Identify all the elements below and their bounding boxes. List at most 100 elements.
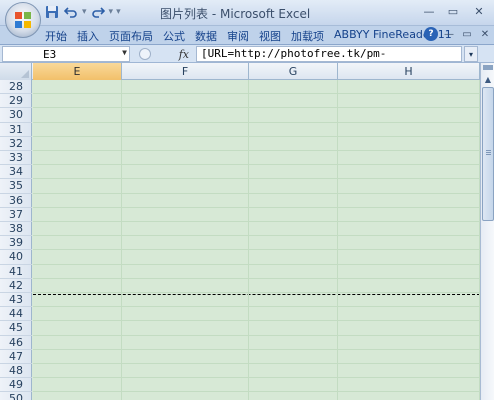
gridline-horizontal xyxy=(33,107,480,109)
row-header[interactable]: 29 xyxy=(0,94,32,109)
cancel-entry-icon[interactable] xyxy=(139,48,151,60)
gridline-vertical xyxy=(248,80,249,400)
gridline-horizontal xyxy=(33,192,480,194)
office-button[interactable] xyxy=(5,2,41,38)
gridline-horizontal xyxy=(33,334,480,336)
gridline-horizontal xyxy=(33,348,480,350)
vertical-scrollbar[interactable]: ▲ xyxy=(480,63,494,400)
worksheet[interactable]: EFGH 28 29 30 31 32 33 34 35 36 37 38 39 40 41 42 43 44 4… xyxy=(0,63,480,400)
workbook-close-button[interactable]: ✕ xyxy=(478,27,492,41)
row-header[interactable]: 41 xyxy=(0,265,32,279)
ribbon-tab[interactable]: 公式 xyxy=(158,27,190,45)
gridline-horizontal xyxy=(33,306,480,308)
office-logo-icon xyxy=(15,12,31,28)
gridline-horizontal xyxy=(33,377,480,379)
gridline-horizontal xyxy=(33,135,480,137)
row-header[interactable]: 39 xyxy=(0,236,32,251)
row-header[interactable]: 44 xyxy=(0,307,32,322)
gridline-horizontal xyxy=(33,121,480,123)
split-box[interactable] xyxy=(483,65,493,70)
row-header[interactable]: 34 xyxy=(0,165,32,180)
gridline-horizontal xyxy=(33,164,480,166)
row-header[interactable]: 48 xyxy=(0,364,32,379)
column-header-row: EFGH xyxy=(0,63,480,80)
ribbon-tab[interactable]: 视图 xyxy=(254,27,286,45)
ribbon-tab[interactable]: 插入 xyxy=(72,27,104,45)
row-header[interactable]: 43 xyxy=(0,293,32,308)
restore-window-button[interactable]: ▭ xyxy=(442,2,464,20)
gridline-horizontal xyxy=(33,292,480,293)
gridline-vertical xyxy=(121,80,122,400)
gridline-horizontal xyxy=(33,93,480,95)
gridline-horizontal xyxy=(33,391,480,393)
row-header[interactable]: 31 xyxy=(0,123,32,137)
gridline-horizontal xyxy=(33,235,480,237)
formula-input[interactable]: [URL=http://photofree.tk/pm- xyxy=(196,46,462,62)
gridline-horizontal xyxy=(33,363,480,364)
window-title: 图片列表 - Microsoft Excel xyxy=(160,7,311,21)
redo-icon[interactable] xyxy=(90,4,106,20)
ribbon-tab[interactable]: 开始 xyxy=(40,27,72,45)
workbook-restore-button[interactable]: ▭ xyxy=(460,27,474,41)
gridline-vertical xyxy=(337,80,338,400)
ribbon-tab[interactable]: 数据 xyxy=(190,27,222,45)
formula-bar: E3 ▼ fx [URL=http://photofree.tk/pm- ▾ xyxy=(0,45,494,63)
gridline-horizontal xyxy=(33,221,480,222)
save-icon[interactable] xyxy=(44,4,60,20)
scroll-up-icon[interactable]: ▲ xyxy=(481,72,494,86)
name-box-value: E3 xyxy=(43,48,57,61)
scroll-thumb[interactable] xyxy=(482,87,494,221)
gridline-horizontal xyxy=(33,263,480,265)
redo-dropdown-arrow[interactable]: ▾ xyxy=(109,7,114,17)
formula-tools: fx xyxy=(136,46,192,62)
row-header[interactable]: 47 xyxy=(0,350,32,365)
gridline-horizontal xyxy=(33,320,480,322)
gridline-horizontal xyxy=(33,206,480,208)
minimize-window-button[interactable]: — xyxy=(418,2,440,20)
ribbon-tab[interactable]: 加载项 xyxy=(286,27,329,45)
customize-qat-arrow[interactable]: ▾ xyxy=(116,7,121,17)
expand-formula-bar-icon[interactable]: ▾ xyxy=(464,46,478,62)
row-header[interactable]: 45 xyxy=(0,321,32,336)
column-header[interactable]: E xyxy=(33,63,122,80)
select-all-button[interactable] xyxy=(0,63,32,80)
row-header[interactable]: 32 xyxy=(0,137,32,152)
quick-access-toolbar: ▾ ▾ ▾ xyxy=(44,4,121,20)
row-header[interactable]: 38 xyxy=(0,222,32,237)
row-header[interactable]: 50 xyxy=(0,392,32,400)
row-header[interactable]: 33 xyxy=(0,151,32,166)
insert-function-button[interactable]: fx xyxy=(179,48,189,61)
gridline-horizontal xyxy=(33,178,480,180)
undo-dropdown-arrow[interactable]: ▾ xyxy=(82,7,87,17)
help-icon[interactable]: ? xyxy=(424,27,438,41)
row-header[interactable]: 28 xyxy=(0,80,32,95)
workbook-minimize-button[interactable]: — xyxy=(442,27,456,41)
column-header[interactable]: H xyxy=(338,63,480,80)
row-header[interactable]: 46 xyxy=(0,336,32,350)
close-window-button[interactable]: ✕ xyxy=(466,2,492,20)
undo-icon[interactable] xyxy=(63,4,79,20)
name-box-dropdown-icon[interactable]: ▼ xyxy=(122,48,127,57)
ribbon-tab[interactable]: 页面布局 xyxy=(104,27,158,45)
row-header[interactable]: 36 xyxy=(0,194,32,208)
ribbon-tab[interactable]: 审阅 xyxy=(222,27,254,45)
page-break-horizontal xyxy=(33,294,480,295)
ribbon-controls: ? — ▭ ✕ xyxy=(424,27,492,41)
ribbon-tabs: 开始 插入 页面布局 公式 数据 审阅 视图 加载项 ABBYY FineReader 11 xyxy=(40,27,457,45)
row-header[interactable]: 40 xyxy=(0,250,32,265)
column-header[interactable]: G xyxy=(249,63,338,80)
ribbon-tab-row: 开始 插入 页面布局 公式 数据 审阅 视图 加载项 ABBYY FineReader 11 ?… xyxy=(0,26,494,45)
gridline-horizontal xyxy=(33,249,480,251)
row-header[interactable]: 30 xyxy=(0,108,32,123)
row-header[interactable]: 37 xyxy=(0,208,32,223)
gridline-horizontal xyxy=(33,277,480,279)
row-header-column: 28 29 30 31 32 33 34 35 36 37 38 39 40 41 42 43 44 45 46 47… xyxy=(0,80,32,400)
row-header[interactable]: 35 xyxy=(0,179,32,194)
column-header[interactable]: F xyxy=(122,63,249,80)
name-box[interactable]: E3 ▼ xyxy=(2,46,130,62)
row-header[interactable]: 42 xyxy=(0,279,32,294)
row-header[interactable]: 49 xyxy=(0,378,32,393)
cell-grid[interactable] xyxy=(33,80,480,400)
window-controls: — ▭ ✕ xyxy=(418,2,492,20)
gridline-horizontal xyxy=(33,150,480,151)
